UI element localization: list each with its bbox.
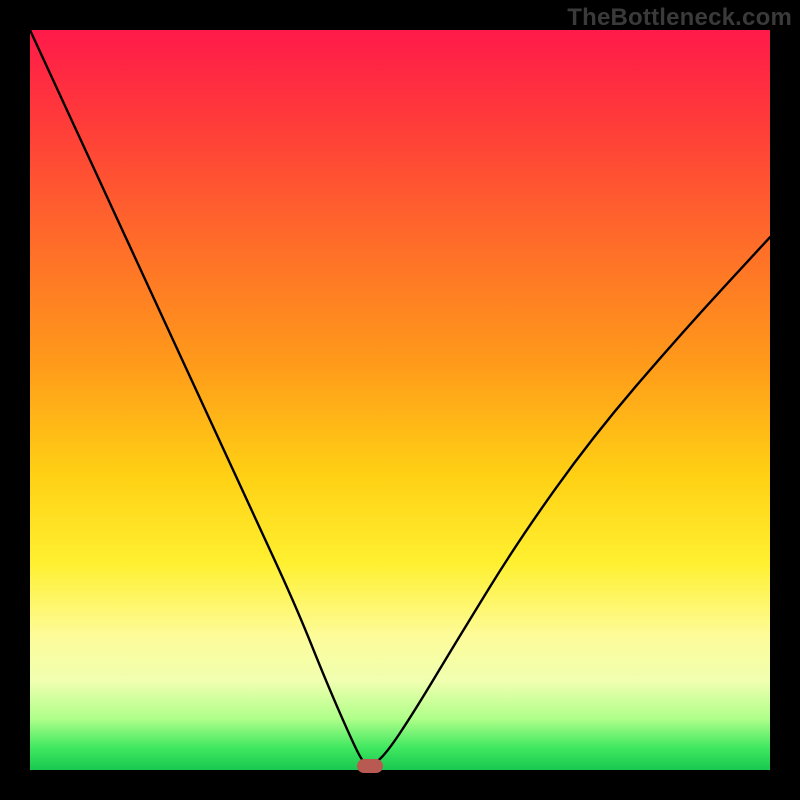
watermark-text: TheBottleneck.com [567, 4, 792, 32]
optimum-marker [357, 759, 383, 773]
bottleneck-curve-path [30, 30, 770, 765]
line-curve [30, 30, 770, 770]
chart-frame: TheBottleneck.com [0, 0, 800, 800]
chart-plot-area [30, 30, 770, 770]
